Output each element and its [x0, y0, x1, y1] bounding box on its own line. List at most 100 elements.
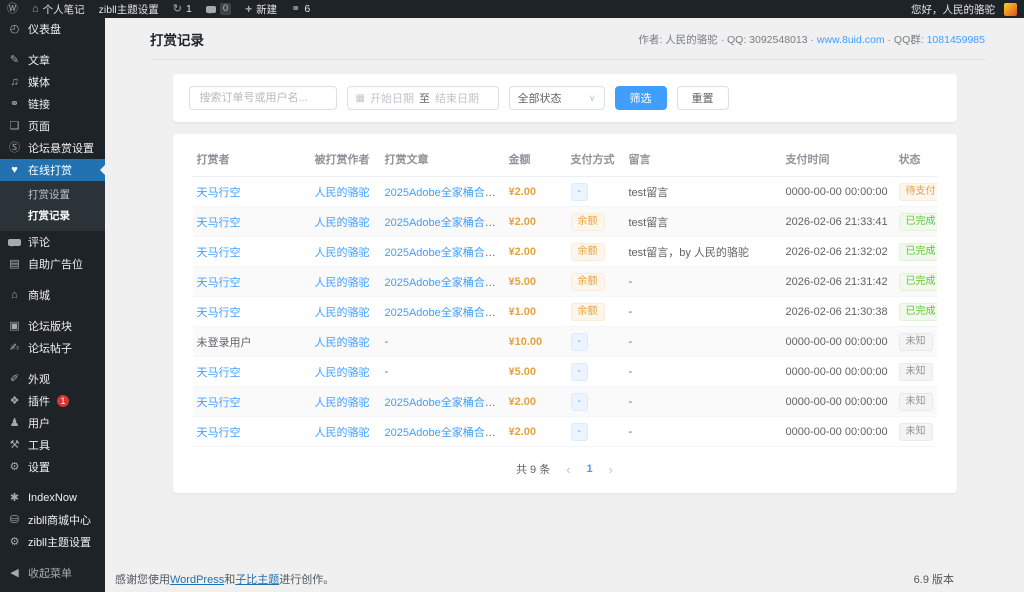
author-site-link[interactable]: www.8uid.com — [817, 34, 885, 46]
article-link[interactable]: 2025Adobe全家桶合集，... — [385, 277, 505, 289]
theme-link[interactable]: 子比主题 — [235, 574, 279, 586]
status-select[interactable]: 全部状态 ∨ — [508, 86, 605, 110]
author-link[interactable]: 人民的骆驼 — [315, 307, 370, 319]
sidebar-item-comments[interactable]: 评论 — [0, 231, 105, 253]
payment-method-badge: - — [570, 422, 588, 441]
pay-time-text: 2026-02-06 21:31:42 — [785, 275, 888, 288]
reset-button[interactable]: 重置 — [676, 86, 729, 110]
sidebar-item-label: zibll主题设置 — [28, 537, 91, 549]
wp-logo-menu[interactable]: Ⓦ — [0, 0, 25, 18]
status-badge: 待支付 — [898, 182, 937, 201]
sidebar-item-links[interactable]: ⚭ 链接 — [0, 93, 105, 115]
sidebar-item-zibll-theme-settings[interactable]: ⚙ zibll主题设置 — [0, 531, 105, 553]
payment-method-badge: 余额 — [570, 212, 605, 231]
message-text: - — [628, 425, 633, 438]
next-page-button[interactable]: › — [609, 462, 613, 477]
new-content-menu[interactable]: + 新建 — [238, 0, 284, 18]
article-link[interactable]: 2025Adobe全家桶合集，... — [385, 397, 505, 409]
amount-cell: ¥2.00 — [504, 176, 567, 207]
sidebar-item-pages[interactable]: ❏ 页面 — [0, 115, 105, 137]
links-menu[interactable]: ⚭ 6 — [284, 0, 317, 18]
sidebar-item-plugins[interactable]: ❖ 插件 1 — [0, 390, 105, 412]
qq-group-link[interactable]: 1081459985 — [927, 34, 985, 46]
sidebar-item-users[interactable]: ♟ 用户 — [0, 412, 105, 434]
article-link[interactable]: 2025Adobe全家桶合集，... — [385, 247, 505, 259]
pay-time-text: 0000-00-00 00:00:00 — [785, 425, 888, 438]
sidebar-item-label: 工具 — [28, 440, 50, 452]
article-cell: 2025Adobe全家桶合集，... — [380, 296, 505, 327]
wordpress-icon: Ⓦ — [7, 2, 18, 15]
sidebar-subitem-reward-settings[interactable]: 打赏设置 — [0, 184, 105, 205]
article-link[interactable]: 2025Adobe全家桶合集，... — [385, 307, 505, 319]
credits-text: 作者: 人民的骆驼 · QQ: 3092548013 · — [638, 33, 817, 46]
donor-link[interactable]: 天马行空 — [197, 307, 241, 319]
sidebar-item-tools[interactable]: ⚒ 工具 — [0, 434, 105, 456]
author-link[interactable]: 人民的骆驼 — [315, 247, 370, 259]
sidebar-item-posts[interactable]: ✎ 文章 — [0, 49, 105, 71]
donor-link[interactable]: 天马行空 — [197, 397, 241, 409]
author-link[interactable]: 人民的骆驼 — [315, 397, 370, 409]
sidebar-item-forum-sections[interactable]: ▣ 论坛版块 — [0, 315, 105, 337]
sidebar-item-self-ads[interactable]: ▤ 自助广告位 — [0, 253, 105, 275]
sidebar-subitem-reward-records[interactable]: 打赏记录 — [0, 205, 105, 226]
page-icon: ❏ — [9, 119, 20, 132]
sidebar-item-shop[interactable]: ⌂ 商城 — [0, 284, 105, 306]
table-row: 天马行空 人民的骆驼 - ¥5.00 - - 0000-00-00 00:00:00 未知 — [192, 356, 937, 387]
time-cell: 2026-02-06 21:32:02 — [781, 236, 895, 267]
donor-link[interactable]: 天马行空 — [197, 367, 241, 379]
amount-text: ¥2.00 — [508, 185, 537, 198]
search-input[interactable] — [188, 86, 337, 110]
chain-icon: ⚭ — [9, 97, 20, 110]
current-page-button[interactable]: 1 — [587, 463, 593, 475]
sidebar-item-label: 页面 — [28, 121, 50, 133]
donor-link[interactable]: 天马行空 — [197, 187, 241, 199]
site-name-menu[interactable]: ⌂ 个人笔记 — [25, 0, 92, 18]
author-link[interactable]: 人民的骆驼 — [315, 277, 370, 289]
sidebar-item-label: 评论 — [28, 237, 50, 249]
sidebar-item-label: zibll商城中心 — [28, 515, 91, 527]
author-link[interactable]: 人民的骆驼 — [315, 427, 370, 439]
sidebar-item-collapse-menu[interactable]: ◀ 收起菜单 — [0, 562, 105, 584]
prev-page-button[interactable]: ‹ — [566, 462, 570, 477]
status-badge: 未知 — [898, 422, 933, 441]
time-cell: 0000-00-00 00:00:00 — [781, 416, 895, 447]
author-link[interactable]: 人民的骆驼 — [315, 337, 370, 349]
article-link[interactable]: 2025Adobe全家桶合集，... — [385, 187, 505, 199]
sidebar-item-media[interactable]: ♫ 媒体 — [0, 71, 105, 93]
donor-link[interactable]: 天马行空 — [197, 247, 241, 259]
theme-settings-menu[interactable]: zibll主题设置 — [92, 0, 166, 18]
wrench-icon: ⚒ — [9, 438, 20, 451]
author-link[interactable]: 人民的骆驼 — [315, 187, 370, 199]
main-content: 打赏记录 作者: 人民的骆驼 · QQ: 3092548013 · www.8u… — [105, 18, 1024, 592]
table-header-row: 打赏者 被打赏作者 打赏文章 金额 支付方式 留言 支付时间 状态 — [192, 142, 937, 177]
updates-menu[interactable]: ↻ 1 — [166, 0, 199, 18]
account-menu[interactable]: 您好，人民的骆驼 — [904, 0, 1024, 18]
donor-link[interactable]: 天马行空 — [197, 277, 241, 289]
filter-button[interactable]: 筛选 — [614, 86, 667, 110]
comments-menu[interactable]: 0 — [199, 0, 238, 18]
ad-card-icon: ▤ — [9, 257, 20, 270]
wordpress-link[interactable]: WordPress — [170, 574, 224, 586]
sidebar-item-settings[interactable]: ⚙ 设置 — [0, 456, 105, 478]
sidebar-item-indexnow[interactable]: ✱ IndexNow — [0, 487, 105, 509]
date-range-picker[interactable]: ▦ 开始日期 至 结束日期 — [346, 86, 499, 110]
article-link[interactable]: 2025Adobe全家桶合集，... — [385, 217, 505, 229]
donor-link[interactable]: 天马行空 — [197, 217, 241, 229]
sidebar-item-dashboard[interactable]: ◴ 仪表盘 — [0, 18, 105, 40]
calendar-icon: ▦ — [355, 92, 365, 104]
sidebar-item-appearance[interactable]: ✐ 外观 — [0, 368, 105, 390]
donor-link[interactable]: 天马行空 — [197, 427, 241, 439]
article-cell: 2025Adobe全家桶合集，... — [380, 416, 505, 447]
payment-method-badge: 余额 — [570, 272, 605, 291]
sidebar-separator — [0, 306, 105, 315]
article-link[interactable]: 2025Adobe全家桶合集，... — [385, 427, 505, 439]
sidebar-separator — [0, 275, 105, 284]
sidebar-item-online-reward[interactable]: ♥ 在线打赏 — [0, 159, 105, 181]
author-link[interactable]: 人民的骆驼 — [315, 367, 370, 379]
author-link[interactable]: 人民的骆驼 — [315, 217, 370, 229]
table-body: 天马行空 人民的骆驼 2025Adobe全家桶合集，... ¥2.00- test留言 0… — [192, 176, 937, 447]
admin-bar: Ⓦ ⌂ 个人笔记 zibll主题设置 ↻ 1 0 + 新建 ⚭ 6 您好，人民的… — [0, 0, 1024, 18]
sidebar-item-forum-reward-settings[interactable]: Ⓢ 论坛悬赏设置 — [0, 137, 105, 159]
sidebar-item-zibll-store[interactable]: ⛁ zibll商城中心 — [0, 509, 105, 531]
sidebar-item-forum-posts[interactable]: ✍ 论坛帖子 — [0, 337, 105, 359]
